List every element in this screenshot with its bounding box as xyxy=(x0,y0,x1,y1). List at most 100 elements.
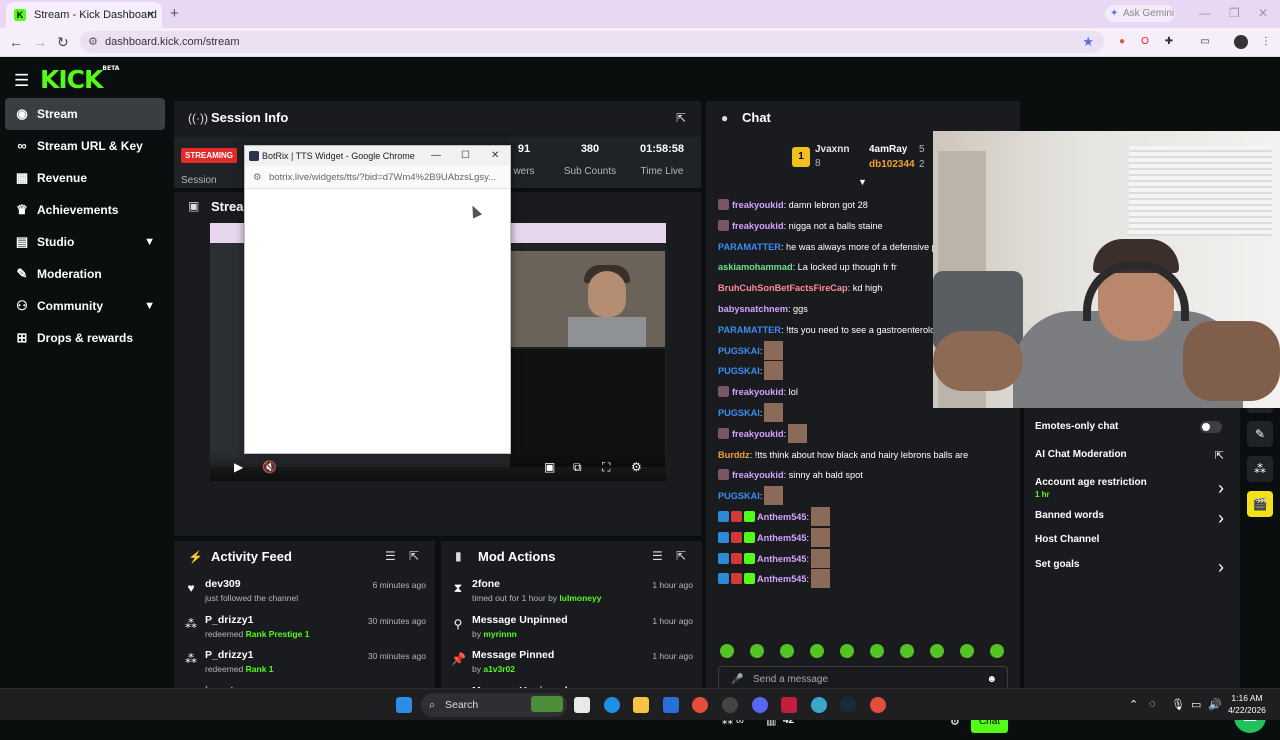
activity-item[interactable]: ♥dev309just followed the channel6 minute… xyxy=(174,572,435,608)
chat-message[interactable]: freakyoukid: sinny ah bald spot xyxy=(718,465,1018,486)
sidebar-item-community[interactable]: ⚇Community▼ xyxy=(5,290,165,322)
item-highlight[interactable]: lulmoneyy xyxy=(559,593,601,603)
sidebar-item-studio[interactable]: ▤Studio▼ xyxy=(5,226,165,258)
extension-flame-icon[interactable]: ● xyxy=(1115,35,1129,49)
chat-username[interactable]: PUGSKAI xyxy=(718,408,760,418)
bookmark-star-icon[interactable]: ★ xyxy=(1082,31,1094,53)
sidebar-item-stream[interactable]: ◉Stream xyxy=(5,98,165,130)
quick-emote-icon[interactable] xyxy=(810,644,824,658)
chrome-icon[interactable] xyxy=(692,697,708,713)
chat-username[interactable]: Anthem545 xyxy=(757,554,807,564)
item-name[interactable]: P_drizzy1 xyxy=(205,649,253,661)
item-highlight[interactable]: Rank 1 xyxy=(246,664,274,674)
sidebar-item-stream-url-key[interactable]: ∞Stream URL & Key xyxy=(5,130,165,162)
chat-username[interactable]: Anthem545 xyxy=(757,512,807,522)
chat-setting-row[interactable]: Set goals xyxy=(1035,559,1079,570)
sidepanel-icon[interactable]: ▭ xyxy=(1198,35,1212,49)
folder-icon[interactable] xyxy=(633,697,649,713)
ask-gemini-button[interactable]: ✦Ask Gemini xyxy=(1105,5,1175,22)
tray-monitor-icon[interactable]: ▭ xyxy=(1191,698,1201,711)
activity-item[interactable]: ⁂P_drizzy1redeemed Rank Prestige 130 min… xyxy=(174,608,435,644)
chevron-right-icon[interactable]: › xyxy=(1218,508,1224,529)
close-window-icon[interactable]: ✕ xyxy=(1258,6,1268,20)
chat-username[interactable]: babysnatchnem xyxy=(718,304,788,314)
rail-clapper-icon[interactable]: 🎬 xyxy=(1247,491,1273,517)
setting-toggle[interactable] xyxy=(1200,421,1222,433)
kick-logo[interactable]: KICKBETA xyxy=(40,65,119,94)
chat-message[interactable]: freakyoukid: xyxy=(718,424,1018,445)
mic-icon[interactable]: 🎤 xyxy=(731,667,743,688)
chevron-right-icon[interactable]: › xyxy=(1218,557,1224,578)
chat-message[interactable]: Anthem545: xyxy=(718,528,1018,549)
tray-chevron-icon[interactable]: ⌃ xyxy=(1129,698,1138,711)
store-icon[interactable] xyxy=(663,697,679,713)
quick-emote-icon[interactable] xyxy=(750,644,764,658)
tab-close-icon[interactable]: × xyxy=(147,7,154,21)
mod-action-item[interactable]: 📌Message Pinnedby a1v3r021 hour ago xyxy=(441,643,702,679)
popup-maximize-icon[interactable]: ☐ xyxy=(461,146,470,166)
play-icon[interactable]: ▶ xyxy=(234,460,243,474)
acrobat-icon[interactable] xyxy=(781,697,797,713)
chat-username[interactable]: Anthem545 xyxy=(757,574,807,584)
new-tab-button[interactable]: + xyxy=(170,5,179,22)
quick-emote-icon[interactable] xyxy=(780,644,794,658)
maximize-icon[interactable]: ❐ xyxy=(1229,6,1240,20)
taskbar-clock[interactable]: 1:16 AM4/22/2026 xyxy=(1222,692,1272,716)
filter-icon[interactable]: ☰ xyxy=(652,549,663,563)
mod-action-item[interactable]: ⚲Message Unpinnedby myrinnn1 hour ago xyxy=(441,608,702,644)
popout-icon[interactable]: ⇱ xyxy=(409,549,419,563)
sidebar-item-revenue[interactable]: ▦Revenue xyxy=(5,162,165,194)
activity-item[interactable]: ⁂P_drizzy1redeemed Rank 130 minutes ago xyxy=(174,643,435,679)
quick-emote-icon[interactable] xyxy=(990,644,1004,658)
popup-minimize-icon[interactable]: — xyxy=(431,146,441,166)
url-field[interactable]: ⚙ dashboard.kick.com/stream ★ xyxy=(80,31,1104,53)
clip-icon[interactable]: ▣ xyxy=(544,460,555,474)
item-highlight[interactable]: a1v3r02 xyxy=(483,664,515,674)
item-highlight[interactable]: Rank Prestige 1 xyxy=(246,629,310,639)
back-icon[interactable]: ← xyxy=(9,34,23,50)
obs-icon[interactable] xyxy=(722,697,738,713)
minimize-icon[interactable]: — xyxy=(1199,6,1211,20)
site-info-icon[interactable]: ⚙ xyxy=(88,31,98,53)
file-explorer-icon[interactable] xyxy=(574,697,590,713)
item-highlight[interactable]: myrinnn xyxy=(483,629,517,639)
profile-avatar[interactable] xyxy=(1234,35,1248,49)
chat-setting-row[interactable]: AI Chat Moderation xyxy=(1035,449,1127,460)
forward-icon[interactable]: → xyxy=(33,34,47,50)
chevron-right-icon[interactable]: › xyxy=(1218,478,1224,499)
chrome-alt-icon[interactable] xyxy=(870,697,886,713)
browser-tab[interactable]: K Stream - Kick Dashboard × xyxy=(6,2,162,28)
extension-opera-icon[interactable]: O xyxy=(1138,35,1152,49)
quick-emote-icon[interactable] xyxy=(720,644,734,658)
emoji-icon[interactable]: ☻ xyxy=(986,667,997,688)
chat-message[interactable]: Anthem545: xyxy=(718,507,1018,528)
quick-emote-icon[interactable] xyxy=(870,644,884,658)
chat-message[interactable]: Anthem545: xyxy=(718,569,1018,590)
rail-people-icon[interactable]: ⁂ xyxy=(1247,456,1273,482)
chat-username[interactable]: BruhCuhSonBetFactsFireCap xyxy=(718,283,848,293)
popout-icon[interactable]: ⇱ xyxy=(676,549,686,563)
sidebar-item-moderation[interactable]: ✎Moderation xyxy=(5,258,165,290)
chat-username[interactable]: PARAMATTER xyxy=(718,242,781,252)
rail-wrench-icon[interactable]: ✎ xyxy=(1247,421,1273,447)
reload-icon[interactable]: ↻ xyxy=(57,34,69,51)
botrix-tts-popup-window[interactable]: BotRix | TTS Widget - Google Chrome — ☐ … xyxy=(244,145,511,454)
popup-url-bar[interactable]: ⚙ botrix.live/widgets/tts/?bid=d7Wm4%2B9… xyxy=(245,167,510,189)
tray-network-icon[interactable]: ◌ xyxy=(1149,698,1156,710)
chat-setting-row[interactable]: Emotes-only chat xyxy=(1035,421,1118,432)
chat-setting-row[interactable]: Account age restriction1 hr xyxy=(1035,477,1147,499)
chat-username[interactable]: freakyoukid xyxy=(732,429,784,439)
tray-mic-icon[interactable]: 🎙 xyxy=(1171,698,1185,711)
chat-setting-row[interactable]: Banned words xyxy=(1035,510,1104,521)
chat-username[interactable]: PUGSKAI xyxy=(718,366,760,376)
chat-username[interactable]: PUGSKAI xyxy=(718,346,760,356)
quick-emote-icon[interactable] xyxy=(930,644,944,658)
chat-username[interactable]: freakyoukid xyxy=(732,221,784,231)
chrome-profile-icon[interactable] xyxy=(811,697,827,713)
windows-start-icon[interactable] xyxy=(396,697,412,713)
edge-icon[interactable] xyxy=(604,697,620,713)
chat-setting-row[interactable]: Host Channel xyxy=(1035,534,1099,545)
chat-username[interactable]: Burddz xyxy=(718,450,750,460)
sidebar-item-drops-rewards[interactable]: ⊞Drops & rewards xyxy=(5,322,165,354)
pip-icon[interactable]: ⧉ xyxy=(573,460,582,475)
